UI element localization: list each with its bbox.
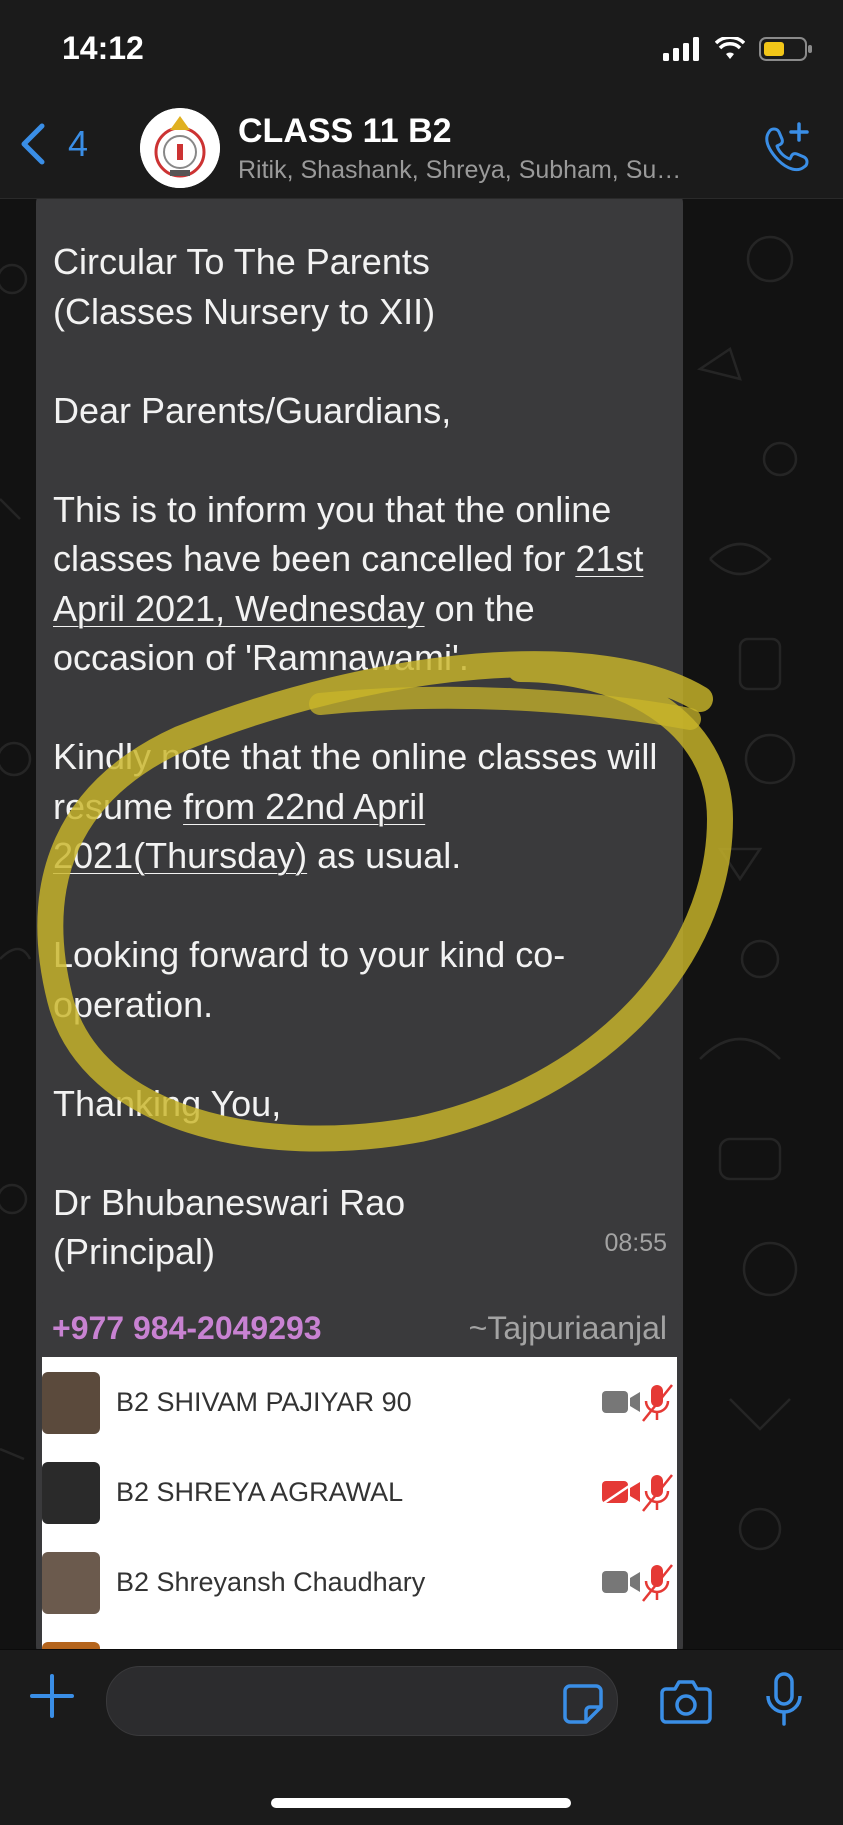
- paragraph-1-start: This is to inform you that the online cl…: [53, 488, 612, 580]
- chat-title[interactable]: CLASS 11 B2: [238, 112, 452, 151]
- home-indicator[interactable]: [271, 1798, 571, 1808]
- participant-avatar: [42, 1462, 100, 1524]
- video-camera-icon: [602, 1391, 640, 1413]
- microphone-icon: [766, 1672, 802, 1726]
- paragraph-4: Thanking You,: [53, 1082, 282, 1124]
- participant-name: B2 SHIVAM PAJIYAR 90: [116, 1387, 412, 1417]
- circular-scope: (Classes Nursery to XII): [53, 290, 436, 332]
- chat-area[interactable]: Circular To The Parents (Classes Nursery …: [0, 199, 843, 1649]
- participant-row: B2 Shreyansh Chaudhary: [42, 1537, 677, 1627]
- sender-phone[interactable]: +977 984-2049293: [52, 1310, 322, 1347]
- circular-title: Circular To The Parents: [53, 241, 430, 282]
- school-logo-icon: [140, 108, 220, 188]
- message-timestamp: 08:55: [604, 1229, 667, 1257]
- video-camera-off-icon: [602, 1479, 640, 1505]
- voice-record-button[interactable]: [764, 1672, 804, 1733]
- participant-avatar: [42, 1642, 100, 1649]
- participant-row: B2 SHREYA AGRAWAL: [42, 1447, 677, 1537]
- chat-members[interactable]: Ritik, Shashank, Shreya, Subham, Su…: [238, 156, 728, 185]
- signature-name: Dr Bhubaneswari Rao: [53, 1181, 406, 1223]
- mic-muted-icon: [642, 1474, 673, 1512]
- battery-icon: [759, 37, 812, 61]
- message-text: Circular To The Parents (Classes Nursery …: [53, 237, 663, 1277]
- camera-button[interactable]: [660, 1678, 712, 1729]
- unread-count: 4: [68, 123, 89, 164]
- camera-icon: [660, 1680, 712, 1724]
- sticker-button[interactable]: [562, 1683, 604, 1730]
- sticker-icon: [563, 1684, 603, 1724]
- plus-icon: [30, 1674, 74, 1718]
- chevron-left-icon: [21, 123, 45, 165]
- add-call-button[interactable]: [761, 120, 813, 181]
- status-icons: [663, 36, 813, 62]
- participant-row: B2 SHIVAM PAJIYAR 90: [42, 1357, 677, 1447]
- message-bubble-image[interactable]: +977 984-2049293 ~Tajpuriaanjal B2 SHIVA…: [36, 1300, 683, 1649]
- paragraph-3: Looking forward to your kind co-operatio…: [53, 934, 566, 1025]
- signature-title: (Principal): [53, 1231, 216, 1272]
- attach-button[interactable]: [28, 1672, 76, 1725]
- group-avatar[interactable]: [140, 108, 220, 188]
- mic-muted-icon: [642, 1564, 673, 1602]
- video-camera-icon: [602, 1571, 640, 1593]
- chat-header: 4 CLASS 11 B2 Ritik, Shashank, Shreya, S…: [0, 100, 843, 199]
- participant-row-partial: [42, 1627, 677, 1649]
- participant-avatar: [42, 1552, 100, 1614]
- paragraph-2-end: as usual.: [317, 835, 462, 876]
- mic-muted-icon: [642, 1384, 673, 1422]
- participant-avatar: [42, 1372, 100, 1434]
- sender-alias: ~Tajpuriaanjal: [468, 1310, 667, 1346]
- message-input-bar: [0, 1650, 843, 1825]
- participant-name: B2 SHREYA AGRAWAL: [116, 1477, 404, 1507]
- status-bar: 14:12: [0, 0, 843, 100]
- greeting: Dear Parents/Guardians,: [53, 389, 452, 431]
- signal-icon: [663, 37, 699, 61]
- screenshot-image[interactable]: B2 SHIVAM PAJIYAR 90 B2 SHREYA AGRAWAL B…: [42, 1357, 677, 1649]
- status-time: 14:12: [62, 30, 144, 66]
- back-button[interactable]: 4: [18, 122, 88, 166]
- wifi-icon: [715, 37, 745, 59]
- message-bubble[interactable]: Circular To The Parents (Classes Nursery …: [36, 199, 683, 1489]
- phone-plus-icon: [765, 122, 809, 172]
- participant-name: B2 Shreyansh Chaudhary: [116, 1567, 426, 1597]
- message-input[interactable]: [106, 1666, 618, 1736]
